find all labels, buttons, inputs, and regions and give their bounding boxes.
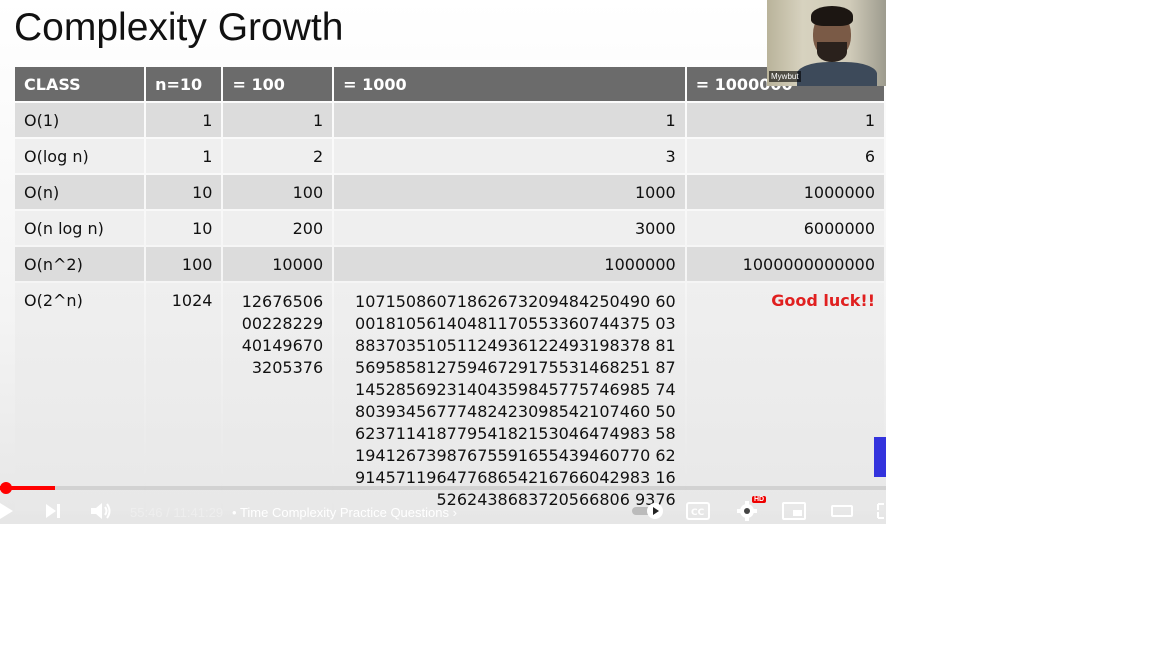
value-cell: 1 (334, 103, 685, 137)
miniplayer-icon[interactable] (780, 496, 808, 524)
value-cell: 10000 (223, 247, 333, 281)
header-n10: n=10 (146, 67, 222, 101)
captions-icon[interactable]: CC (684, 496, 712, 524)
value-cell: 1 (223, 103, 333, 137)
scrubber-handle[interactable] (0, 482, 12, 494)
value-cell: 100 (223, 175, 333, 209)
value-cell: 1 (686, 103, 884, 137)
table-row: O(2^n) 1024 12676506 00228229 40149670 3… (15, 283, 884, 511)
time-display: 55:46 / 11:41:29 (130, 505, 223, 520)
table-row: O(log n) 1 2 3 6 (15, 139, 884, 173)
value-cell: 10 (146, 175, 222, 209)
class-cell: O(n^2) (15, 247, 145, 281)
good-luck-text: Good luck!! (771, 291, 875, 310)
blue-overlay-tab[interactable] (874, 437, 886, 477)
value-cell: 1024 (146, 283, 222, 511)
header-class: CLASS (15, 67, 145, 101)
time-current: 55:46 (130, 505, 163, 520)
class-cell: O(1) (15, 103, 145, 137)
value-cell: 1 (146, 103, 222, 137)
value-cell: 1 (146, 139, 222, 173)
class-cell: O(2^n) (15, 283, 145, 511)
volume-icon[interactable] (87, 496, 115, 524)
svg-text:CC: CC (691, 508, 705, 518)
class-cell: O(log n) (15, 139, 145, 173)
value-cell: 6 (686, 139, 884, 173)
time-separator: / (166, 505, 170, 520)
header-n100: = 100 (223, 67, 333, 101)
presenter-hair (811, 6, 853, 26)
value-cell: 1000000 (686, 175, 884, 209)
chapter-bullet: • (232, 505, 237, 520)
hd-badge: HD (752, 496, 767, 503)
value-cell: 1000000 (334, 247, 685, 281)
value-cell: 100 (146, 247, 222, 281)
webcam-label: Mywbut (769, 71, 801, 82)
play-icon[interactable] (0, 496, 18, 524)
chevron-right-icon: › (452, 505, 457, 520)
table-row: O(n log n) 10 200 3000 6000000 (15, 211, 884, 245)
autoplay-toggle-icon[interactable] (630, 496, 666, 524)
value-cell: 10 (146, 211, 222, 245)
class-cell: O(n log n) (15, 211, 145, 245)
video-player[interactable]: Complexity Growth CLASS n=10 = 100 = 100… (0, 0, 886, 524)
value-cell: 200 (223, 211, 333, 245)
next-icon[interactable] (40, 496, 66, 524)
table-row: O(n^2) 100 10000 1000000 1000000000000 (15, 247, 884, 281)
header-n1000: = 1000 (334, 67, 685, 101)
value-cell: 3000 (334, 211, 685, 245)
player-controls: 55:46 / 11:41:29 • Time Complexity Pract… (0, 496, 886, 524)
value-cell: 2 (223, 139, 333, 173)
progress-bar[interactable] (0, 482, 886, 494)
class-cell: O(n) (15, 175, 145, 209)
fullscreen-icon[interactable] (874, 496, 886, 524)
value-cell: 1000000000000 (686, 247, 884, 281)
table-row: O(n) 10 100 1000 1000000 (15, 175, 884, 209)
time-total: 11:41:29 (173, 505, 224, 520)
slide-title: Complexity Growth (14, 6, 344, 49)
webcam-overlay: Mywbut (767, 0, 886, 86)
theater-mode-icon[interactable] (828, 496, 856, 524)
table-header-row: CLASS n=10 = 100 = 1000 = 1000000 (15, 67, 884, 101)
chapter-title[interactable]: • Time Complexity Practice Questions › (232, 505, 457, 520)
chapter-label: Time Complexity Practice Questions (239, 505, 449, 520)
value-cell: 3 (334, 139, 685, 173)
big-number-cell: 12676506 00228229 40149670 3205376 (241, 292, 324, 377)
complexity-table: CLASS n=10 = 100 = 1000 = 1000000 O(1) 1… (13, 65, 886, 513)
presenter-beard (817, 42, 847, 62)
value-cell: 1000 (334, 175, 685, 209)
value-cell: 6000000 (686, 211, 884, 245)
presenter-shirt (797, 62, 877, 86)
table-row: O(1) 1 1 1 1 (15, 103, 884, 137)
big-number-cell: 10715086071862673209484250490 60 0018105… (355, 292, 676, 509)
